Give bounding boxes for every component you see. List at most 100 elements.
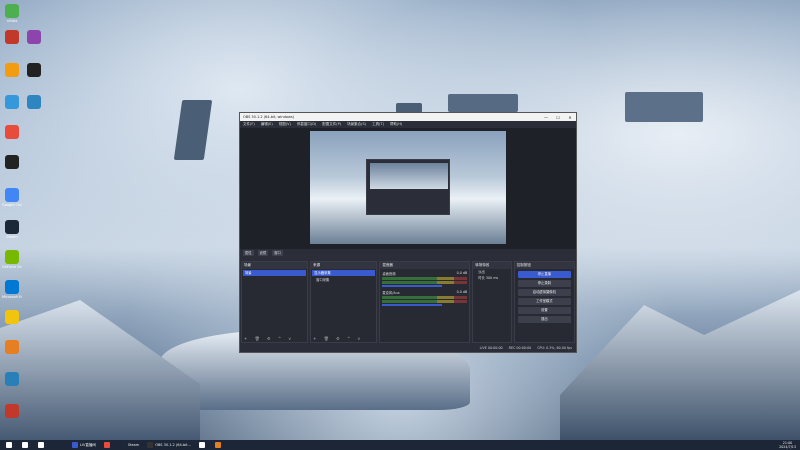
preview-canvas[interactable] [310, 131, 506, 244]
mixer-channel-name: 麦克风/Aux [382, 291, 400, 295]
floating-rock [625, 92, 703, 122]
menu-tools[interactable]: 工具(T) [372, 122, 384, 127]
transition-duration[interactable]: 时长 300 ms [473, 275, 511, 281]
app-icon [5, 250, 19, 264]
app-icon [27, 30, 41, 44]
app-icon [5, 125, 19, 139]
scene-item[interactable]: 场景 [243, 270, 307, 276]
clock[interactable]: 21:00 2024/7/13 [779, 441, 796, 449]
taskbar-item[interactable]: LIV直播间 [69, 441, 99, 449]
dock-title: 控制按钮 [514, 262, 574, 269]
source-item[interactable]: 窗口采集 [311, 277, 376, 283]
mixer-db: 0.0 dB [456, 290, 468, 294]
taskbar-app-icon [119, 442, 126, 448]
floating-rock [173, 100, 213, 160]
menu-profile[interactable]: 配置文件(P) [322, 122, 341, 127]
desktop-icon[interactable] [2, 95, 22, 110]
taskbar-item[interactable] [35, 441, 49, 449]
desktop-icon[interactable] [2, 372, 22, 387]
desktop-icon[interactable] [2, 155, 22, 170]
preview-area[interactable] [240, 128, 576, 256]
taskbar-item[interactable] [212, 441, 226, 449]
desktop-icon[interactable]: Microsoft Edge [2, 280, 22, 299]
taskbar-item[interactable]: OBS 30.1.2 (64-bit... [144, 441, 194, 449]
taskbar-app-icon [198, 442, 205, 448]
desktop-icon[interactable] [2, 340, 22, 355]
desktop-icon[interactable] [24, 95, 44, 110]
sources-dock: 来源 显示器采集 窗口采集 + 🗑 ⚙ ^ v [310, 261, 378, 343]
system-tray: 21:00 2024/7/13 [779, 441, 800, 449]
dock-title: 转场特效 [473, 262, 511, 269]
desktop-icon-label: Microsoft Edge [2, 295, 22, 299]
menu-view[interactable]: 视图(V) [279, 122, 291, 127]
scene-toolbar[interactable]: + 🗑 ⚙ ^ v [244, 336, 294, 341]
volume-slider[interactable] [382, 285, 442, 287]
desktop-icon[interactable] [2, 125, 22, 140]
taskbar-app-icon [214, 442, 221, 448]
taskbar-item[interactable] [3, 441, 17, 449]
stop-recording-button[interactable]: 停止录制 [517, 280, 571, 287]
taskbar-app-icon [147, 442, 154, 448]
clock-date: 2024/7/13 [779, 445, 796, 449]
desktop-icon[interactable] [2, 63, 22, 78]
source-control-bar: 属性 滤镜 窗口 [240, 249, 576, 257]
mixer-channel-name: 桌面音频 [382, 272, 396, 276]
menu-file[interactable]: 文件(F) [243, 122, 255, 127]
scenes-dock: 场景 场景 + 🗑 ⚙ ^ v [241, 261, 309, 343]
app-icon [5, 4, 19, 18]
virtual-camera-button[interactable]: 启动虚拟摄像机 [517, 289, 571, 296]
desktop-icon[interactable] [2, 310, 22, 325]
window-select[interactable]: 窗口 [272, 250, 283, 256]
taskbar-label: OBS 30.1.2 (64-bit... [155, 443, 191, 447]
desktop-icon[interactable]: Google Chrome [2, 188, 22, 207]
desktop-icon[interactable] [24, 30, 44, 45]
app-icon [5, 95, 19, 109]
desktop-icon-label: GeForce Experience [2, 265, 22, 269]
app-icon [27, 63, 41, 77]
minimize-button[interactable]: — [540, 115, 552, 120]
app-icon [5, 220, 19, 234]
controls-dock: 控制按钮 停止直播 停止录制 启动虚拟摄像机 工作室模式 设置 退出 [513, 261, 575, 343]
close-button[interactable]: ✕ [564, 115, 576, 120]
volume-slider[interactable] [382, 304, 442, 306]
app-icon [5, 404, 19, 418]
source-toolbar[interactable]: + 🗑 ⚙ ^ v [313, 336, 363, 341]
taskbar-item[interactable] [19, 441, 33, 449]
desktop-icon[interactable]: GeForce Experience [2, 250, 22, 269]
desktop-icon[interactable] [2, 30, 22, 45]
desktop-icon-label: nVidia [6, 19, 18, 23]
desktop-icon[interactable] [2, 404, 22, 419]
volume-meter [382, 281, 468, 284]
filters-button[interactable]: 滤镜 [257, 250, 269, 256]
desktop-icon[interactable]: Steam [2, 220, 22, 239]
taskbar-item[interactable] [101, 441, 115, 449]
menu-scene-collection[interactable]: 场景集合(S) [347, 122, 366, 127]
menu-help[interactable]: 帮助(H) [390, 122, 402, 127]
dock-title: 来源 [311, 262, 377, 269]
obs-window[interactable]: OBS 30.1.2 (64-bit, windows) — ☐ ✕ 文件(F)… [239, 112, 577, 353]
exit-button[interactable]: 退出 [517, 316, 571, 323]
taskbar: LIV直播间 Steam OBS 30.1.2 (64-bit... 21:00 2… [0, 440, 800, 450]
menu-bar: 文件(F) 编辑(E) 视图(V) 停靠窗口(D) 配置文件(P) 场景集合(S… [240, 121, 576, 128]
stop-streaming-button[interactable]: 停止直播 [517, 271, 571, 278]
dock-title: 场景 [242, 262, 308, 269]
taskbar-item[interactable] [196, 441, 210, 449]
menu-edit[interactable]: 编辑(E) [261, 122, 273, 127]
desktop-icon[interactable]: nVidia [2, 4, 22, 23]
studio-mode-button[interactable]: 工作室模式 [517, 298, 571, 305]
app-icon [5, 280, 19, 294]
volume-meter [382, 296, 468, 299]
rec-status: REC 00:00:00 [508, 346, 532, 350]
app-icon [5, 63, 19, 77]
app-icon [5, 155, 19, 169]
menu-docks[interactable]: 停靠窗口(D) [297, 122, 316, 127]
mountain-left [0, 300, 200, 440]
nested-preview [366, 159, 450, 215]
maximize-button[interactable]: ☐ [552, 115, 564, 120]
title-bar[interactable]: OBS 30.1.2 (64-bit, windows) — ☐ ✕ [240, 113, 576, 121]
taskbar-item[interactable]: Steam [117, 441, 142, 449]
source-item[interactable]: 显示器采集 [312, 270, 376, 276]
settings-button[interactable]: 设置 [517, 307, 571, 314]
desktop-icon[interactable] [24, 63, 44, 78]
properties-button[interactable]: 属性 [243, 250, 254, 256]
